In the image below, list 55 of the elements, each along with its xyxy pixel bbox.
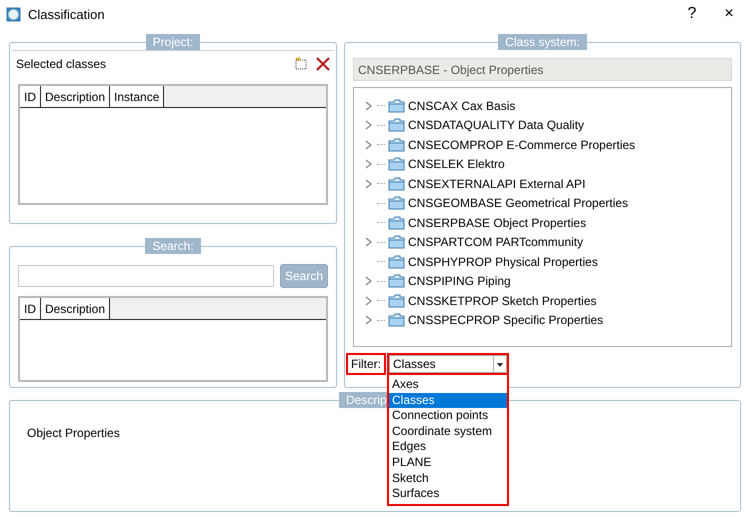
tree-item[interactable]: CNSELEK Elektro bbox=[408, 157, 505, 172]
tree-item[interactable]: CNSEXTERNALAPI External API bbox=[408, 176, 586, 191]
panel-title: Selected classes bbox=[16, 56, 108, 70]
tree-item[interactable]: CNSCAX Cax Basis bbox=[408, 98, 516, 113]
tree-item[interactable]: CNSDATAQUALITY Data Quality bbox=[408, 118, 584, 132]
folder-icon bbox=[388, 294, 405, 308]
filter-dropdown[interactable]: Classes bbox=[389, 355, 507, 373]
close-button[interactable]: × bbox=[714, 5, 744, 23]
column-header[interactable]: Description bbox=[41, 86, 110, 107]
expand-icon[interactable] bbox=[364, 237, 374, 248]
expand-icon[interactable] bbox=[364, 276, 374, 286]
delete-icon[interactable] bbox=[316, 56, 330, 70]
folder-icon bbox=[388, 138, 405, 152]
expand-icon[interactable] bbox=[364, 296, 374, 306]
column-header[interactable]: ID bbox=[20, 298, 41, 319]
folder-icon bbox=[388, 274, 405, 288]
expand-icon[interactable] bbox=[364, 315, 374, 326]
filter-label: Filter: bbox=[346, 353, 386, 375]
folder-icon bbox=[388, 313, 405, 328]
window-title: Classification bbox=[28, 6, 106, 22]
group-title: Class system: bbox=[498, 34, 587, 50]
expand-icon[interactable] bbox=[364, 159, 374, 170]
help-button[interactable]: ? bbox=[677, 5, 707, 23]
folder-icon bbox=[388, 98, 405, 113]
tree-item[interactable]: CNSSKETPROP Sketch Properties bbox=[408, 294, 597, 308]
tree-item[interactable]: CNSGEOMBASE Geometrical Properties bbox=[408, 196, 628, 210]
new-icon[interactable] bbox=[294, 57, 308, 70]
folder-icon bbox=[388, 118, 405, 132]
tree-item[interactable]: CNSPHYPROP Physical Properties bbox=[408, 254, 598, 269]
column-header[interactable]: ID bbox=[20, 86, 41, 107]
tree-item[interactable]: CNSPARTCOM PARTcommunity bbox=[408, 235, 584, 250]
folder-icon bbox=[388, 157, 405, 172]
caret-icon bbox=[493, 356, 506, 372]
description-text: Object Properties bbox=[27, 426, 120, 440]
folder-icon bbox=[388, 235, 405, 250]
tree-item[interactable]: CNSERPBASE Object Properties bbox=[408, 216, 586, 230]
expand-icon[interactable] bbox=[364, 100, 374, 111]
search-field[interactable] bbox=[18, 265, 274, 287]
column-header[interactable]: Description bbox=[41, 298, 110, 319]
current-class-field: CNSERPBASE - Object Properties bbox=[353, 58, 732, 81]
folder-icon bbox=[388, 254, 405, 269]
expand-icon[interactable] bbox=[364, 140, 374, 150]
expand-icon[interactable] bbox=[364, 120, 374, 130]
folder-icon bbox=[388, 176, 405, 191]
expand-icon[interactable] bbox=[364, 178, 374, 189]
group-title: Project: bbox=[146, 34, 200, 50]
tree-item[interactable]: CNSSPECPROP Specific Properties bbox=[408, 313, 604, 328]
dropdown-option[interactable]: Classes bbox=[389, 392, 507, 408]
app-icon bbox=[6, 6, 21, 22]
folder-icon bbox=[388, 196, 405, 210]
folder-icon bbox=[388, 216, 405, 230]
column-header[interactable]: Instance bbox=[110, 86, 164, 107]
tree-item[interactable]: CNSPIPING Piping bbox=[408, 274, 511, 288]
group-title: Search: bbox=[145, 238, 201, 254]
tree-item[interactable]: CNSECOMPROP E-Commerce Properties bbox=[408, 138, 636, 152]
